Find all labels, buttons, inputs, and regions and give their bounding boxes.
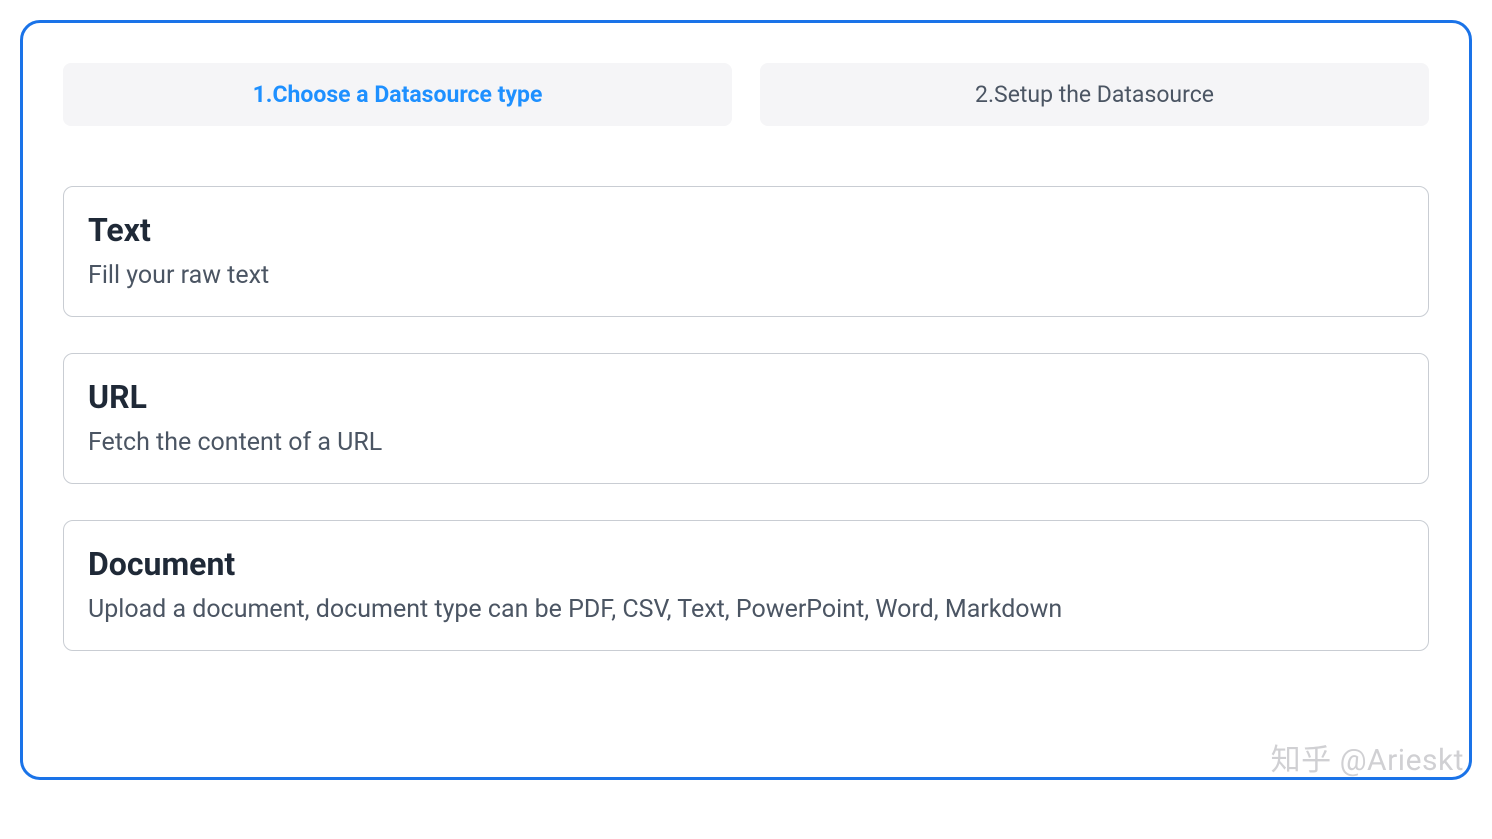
option-description: Fill your raw text <box>88 261 1404 290</box>
option-title: Document <box>88 545 1404 583</box>
option-description: Upload a document, document type can be … <box>88 595 1404 624</box>
option-description: Fetch the content of a URL <box>88 428 1404 457</box>
option-title: Text <box>88 211 1404 249</box>
step-label: 2.Setup the Datasource <box>975 81 1214 108</box>
datasource-option-document[interactable]: Document Upload a document, document typ… <box>63 520 1429 651</box>
step-choose-datasource-type[interactable]: 1.Choose a Datasource type <box>63 63 732 126</box>
wizard-steps: 1.Choose a Datasource type 2.Setup the D… <box>63 63 1429 126</box>
step-setup-datasource[interactable]: 2.Setup the Datasource <box>760 63 1429 126</box>
option-title: URL <box>88 378 1404 416</box>
datasource-option-text[interactable]: Text Fill your raw text <box>63 186 1429 317</box>
datasource-options-list: Text Fill your raw text URL Fetch the co… <box>63 186 1429 651</box>
datasource-option-url[interactable]: URL Fetch the content of a URL <box>63 353 1429 484</box>
step-label: 1.Choose a Datasource type <box>253 81 543 108</box>
datasource-wizard-panel: 1.Choose a Datasource type 2.Setup the D… <box>20 20 1472 780</box>
